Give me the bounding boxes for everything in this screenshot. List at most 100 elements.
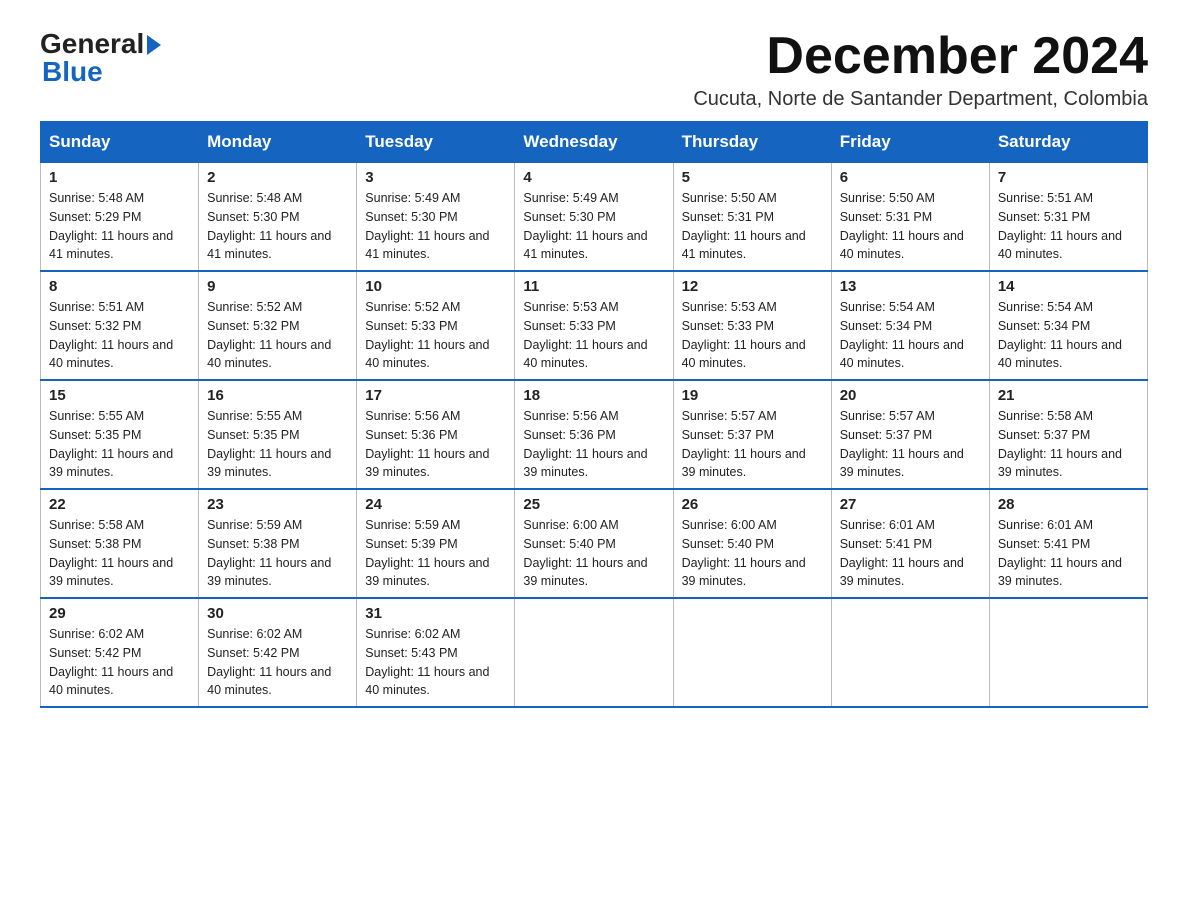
calendar-week-row: 29 Sunrise: 6:02 AMSunset: 5:42 PMDaylig… (41, 598, 1148, 707)
day-number: 11 (523, 278, 664, 295)
calendar-day-cell: 26 Sunrise: 6:00 AMSunset: 5:40 PMDaylig… (673, 489, 831, 598)
calendar-week-row: 1 Sunrise: 5:48 AMSunset: 5:29 PMDayligh… (41, 163, 1148, 272)
calendar-day-cell: 6 Sunrise: 5:50 AMSunset: 5:31 PMDayligh… (831, 163, 989, 272)
page-header: General Blue December 2024 Cucuta, Norte… (40, 30, 1148, 111)
calendar-header-row: SundayMondayTuesdayWednesdayThursdayFrid… (41, 122, 1148, 163)
day-number: 18 (523, 387, 664, 404)
calendar-week-row: 15 Sunrise: 5:55 AMSunset: 5:35 PMDaylig… (41, 380, 1148, 489)
calendar-day-header: Thursday (673, 122, 831, 163)
calendar-day-cell: 2 Sunrise: 5:48 AMSunset: 5:30 PMDayligh… (199, 163, 357, 272)
logo-general-text: General (40, 30, 144, 58)
calendar-day-cell: 31 Sunrise: 6:02 AMSunset: 5:43 PMDaylig… (357, 598, 515, 707)
day-info: Sunrise: 5:56 AMSunset: 5:36 PMDaylight:… (523, 409, 647, 479)
day-number: 6 (840, 169, 981, 186)
logo: General Blue (40, 30, 161, 88)
day-number: 5 (682, 169, 823, 186)
day-number: 8 (49, 278, 190, 295)
month-title: December 2024 (693, 30, 1148, 82)
day-info: Sunrise: 5:58 AMSunset: 5:37 PMDaylight:… (998, 409, 1122, 479)
calendar-week-row: 22 Sunrise: 5:58 AMSunset: 5:38 PMDaylig… (41, 489, 1148, 598)
day-number: 30 (207, 605, 348, 622)
calendar-day-cell: 30 Sunrise: 6:02 AMSunset: 5:42 PMDaylig… (199, 598, 357, 707)
day-number: 13 (840, 278, 981, 295)
day-info: Sunrise: 5:52 AMSunset: 5:32 PMDaylight:… (207, 300, 331, 370)
day-info: Sunrise: 6:02 AMSunset: 5:42 PMDaylight:… (49, 627, 173, 697)
calendar-day-cell: 29 Sunrise: 6:02 AMSunset: 5:42 PMDaylig… (41, 598, 199, 707)
calendar-day-cell (515, 598, 673, 707)
day-number: 16 (207, 387, 348, 404)
calendar-day-cell: 24 Sunrise: 5:59 AMSunset: 5:39 PMDaylig… (357, 489, 515, 598)
calendar-day-header: Friday (831, 122, 989, 163)
day-info: Sunrise: 5:53 AMSunset: 5:33 PMDaylight:… (682, 300, 806, 370)
calendar-day-cell: 21 Sunrise: 5:58 AMSunset: 5:37 PMDaylig… (989, 380, 1147, 489)
day-number: 27 (840, 496, 981, 513)
day-number: 2 (207, 169, 348, 186)
day-number: 24 (365, 496, 506, 513)
day-info: Sunrise: 5:53 AMSunset: 5:33 PMDaylight:… (523, 300, 647, 370)
calendar-day-cell: 4 Sunrise: 5:49 AMSunset: 5:30 PMDayligh… (515, 163, 673, 272)
day-info: Sunrise: 5:51 AMSunset: 5:32 PMDaylight:… (49, 300, 173, 370)
calendar-day-cell: 19 Sunrise: 5:57 AMSunset: 5:37 PMDaylig… (673, 380, 831, 489)
day-info: Sunrise: 5:49 AMSunset: 5:30 PMDaylight:… (523, 191, 647, 261)
calendar-day-cell: 9 Sunrise: 5:52 AMSunset: 5:32 PMDayligh… (199, 271, 357, 380)
day-number: 23 (207, 496, 348, 513)
logo-arrow-icon (147, 35, 161, 55)
day-info: Sunrise: 5:49 AMSunset: 5:30 PMDaylight:… (365, 191, 489, 261)
day-number: 14 (998, 278, 1139, 295)
day-info: Sunrise: 5:56 AMSunset: 5:36 PMDaylight:… (365, 409, 489, 479)
day-number: 20 (840, 387, 981, 404)
day-info: Sunrise: 5:59 AMSunset: 5:39 PMDaylight:… (365, 518, 489, 588)
day-info: Sunrise: 5:54 AMSunset: 5:34 PMDaylight:… (998, 300, 1122, 370)
calendar-day-cell: 3 Sunrise: 5:49 AMSunset: 5:30 PMDayligh… (357, 163, 515, 272)
day-info: Sunrise: 6:02 AMSunset: 5:42 PMDaylight:… (207, 627, 331, 697)
day-info: Sunrise: 5:50 AMSunset: 5:31 PMDaylight:… (840, 191, 964, 261)
calendar-table: SundayMondayTuesdayWednesdayThursdayFrid… (40, 121, 1148, 708)
location-subtitle: Cucuta, Norte de Santander Department, C… (693, 88, 1148, 111)
calendar-day-cell: 15 Sunrise: 5:55 AMSunset: 5:35 PMDaylig… (41, 380, 199, 489)
day-info: Sunrise: 5:48 AMSunset: 5:30 PMDaylight:… (207, 191, 331, 261)
day-info: Sunrise: 5:52 AMSunset: 5:33 PMDaylight:… (365, 300, 489, 370)
title-area: December 2024 Cucuta, Norte de Santander… (693, 30, 1148, 111)
calendar-day-cell: 28 Sunrise: 6:01 AMSunset: 5:41 PMDaylig… (989, 489, 1147, 598)
day-info: Sunrise: 5:59 AMSunset: 5:38 PMDaylight:… (207, 518, 331, 588)
day-number: 26 (682, 496, 823, 513)
day-info: Sunrise: 5:54 AMSunset: 5:34 PMDaylight:… (840, 300, 964, 370)
day-number: 3 (365, 169, 506, 186)
day-number: 10 (365, 278, 506, 295)
day-number: 9 (207, 278, 348, 295)
day-info: Sunrise: 5:48 AMSunset: 5:29 PMDaylight:… (49, 191, 173, 261)
day-info: Sunrise: 6:00 AMSunset: 5:40 PMDaylight:… (682, 518, 806, 588)
day-info: Sunrise: 6:01 AMSunset: 5:41 PMDaylight:… (998, 518, 1122, 588)
day-number: 21 (998, 387, 1139, 404)
day-info: Sunrise: 5:55 AMSunset: 5:35 PMDaylight:… (207, 409, 331, 479)
day-info: Sunrise: 6:02 AMSunset: 5:43 PMDaylight:… (365, 627, 489, 697)
calendar-day-cell: 20 Sunrise: 5:57 AMSunset: 5:37 PMDaylig… (831, 380, 989, 489)
day-number: 4 (523, 169, 664, 186)
calendar-day-cell: 22 Sunrise: 5:58 AMSunset: 5:38 PMDaylig… (41, 489, 199, 598)
day-info: Sunrise: 5:50 AMSunset: 5:31 PMDaylight:… (682, 191, 806, 261)
day-number: 22 (49, 496, 190, 513)
calendar-day-header: Wednesday (515, 122, 673, 163)
calendar-day-header: Sunday (41, 122, 199, 163)
calendar-day-cell: 8 Sunrise: 5:51 AMSunset: 5:32 PMDayligh… (41, 271, 199, 380)
calendar-day-cell: 11 Sunrise: 5:53 AMSunset: 5:33 PMDaylig… (515, 271, 673, 380)
calendar-day-cell: 25 Sunrise: 6:00 AMSunset: 5:40 PMDaylig… (515, 489, 673, 598)
calendar-day-cell: 17 Sunrise: 5:56 AMSunset: 5:36 PMDaylig… (357, 380, 515, 489)
calendar-day-cell: 16 Sunrise: 5:55 AMSunset: 5:35 PMDaylig… (199, 380, 357, 489)
calendar-day-cell (831, 598, 989, 707)
calendar-day-cell: 13 Sunrise: 5:54 AMSunset: 5:34 PMDaylig… (831, 271, 989, 380)
calendar-day-header: Monday (199, 122, 357, 163)
day-info: Sunrise: 5:58 AMSunset: 5:38 PMDaylight:… (49, 518, 173, 588)
day-info: Sunrise: 6:01 AMSunset: 5:41 PMDaylight:… (840, 518, 964, 588)
calendar-day-cell: 5 Sunrise: 5:50 AMSunset: 5:31 PMDayligh… (673, 163, 831, 272)
calendar-day-cell: 23 Sunrise: 5:59 AMSunset: 5:38 PMDaylig… (199, 489, 357, 598)
day-number: 25 (523, 496, 664, 513)
calendar-day-header: Tuesday (357, 122, 515, 163)
calendar-day-cell: 10 Sunrise: 5:52 AMSunset: 5:33 PMDaylig… (357, 271, 515, 380)
day-info: Sunrise: 5:57 AMSunset: 5:37 PMDaylight:… (682, 409, 806, 479)
day-number: 15 (49, 387, 190, 404)
day-number: 12 (682, 278, 823, 295)
calendar-day-cell: 14 Sunrise: 5:54 AMSunset: 5:34 PMDaylig… (989, 271, 1147, 380)
day-info: Sunrise: 5:55 AMSunset: 5:35 PMDaylight:… (49, 409, 173, 479)
calendar-day-cell: 12 Sunrise: 5:53 AMSunset: 5:33 PMDaylig… (673, 271, 831, 380)
